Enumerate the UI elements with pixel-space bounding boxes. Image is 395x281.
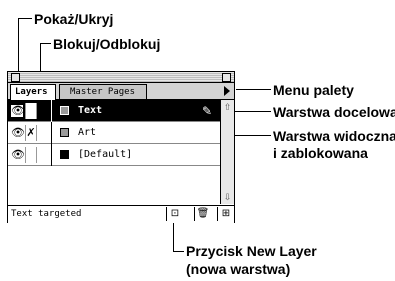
layer-name: Art (78, 127, 97, 138)
leader-palette-menu (236, 89, 271, 90)
layers-palette: Master Pages Layers 👁 Text ✎ 👁 ✗ Art 👁 [… (7, 71, 235, 223)
resize-grip-icon[interactable]: ⊞ (217, 207, 234, 221)
layer-list-scrollbar[interactable]: ⇧ ⇩ (220, 100, 234, 204)
palette-menu-arrow-icon[interactable] (224, 86, 230, 96)
close-box-icon[interactable] (11, 73, 20, 82)
layer-row-text[interactable]: 👁 Text ✎ (8, 100, 220, 122)
palette-titlebar[interactable] (8, 72, 234, 83)
zoom-box-icon[interactable] (222, 73, 231, 82)
delete-layer-button[interactable]: 🗑 (194, 207, 211, 221)
layer-color-swatch (60, 150, 69, 159)
callout-target-layer: Warstwa docelowa; (273, 104, 395, 120)
row-divider (51, 122, 52, 144)
tab-layers[interactable]: Layers (10, 84, 56, 100)
leader-lock-h (40, 43, 51, 44)
leader-new-layer-h (173, 251, 184, 252)
tab-master-pages[interactable]: Master Pages (59, 84, 147, 99)
status-text: Text targeted (11, 209, 82, 219)
callout-show-hide: Pokaż/Ukryj (34, 11, 114, 27)
lock-toggle[interactable] (25, 103, 37, 119)
layer-list: 👁 Text ✎ 👁 ✗ Art 👁 [Default] (8, 100, 220, 204)
palette-tab-row: Master Pages Layers (8, 83, 234, 100)
leader-visible-locked (230, 135, 271, 136)
scroll-down-icon[interactable]: ⇩ (222, 191, 233, 203)
layer-color-swatch (60, 106, 69, 115)
row-divider (51, 100, 52, 122)
layer-name: [Default] (78, 149, 133, 160)
callout-new-layer-line2: (nowa warstwa) (186, 261, 291, 277)
palette-status-bar: Text targeted ⊡ 🗑 ⊞ (8, 205, 234, 223)
callout-visible-locked-line2: i zablokowana (273, 145, 368, 161)
row-divider (51, 144, 52, 166)
leader-show-hide-h (18, 18, 32, 19)
new-layer-button[interactable]: ⊡ (166, 207, 183, 221)
leader-target-layer (230, 111, 271, 112)
layer-name: Text (78, 105, 103, 116)
lock-toggle[interactable] (25, 147, 37, 163)
layer-row-default[interactable]: 👁 [Default] (8, 144, 220, 166)
scroll-up-icon[interactable]: ⇧ (222, 101, 233, 113)
callout-visible-locked-line1: Warstwa widoczna (273, 128, 395, 144)
callout-new-layer-line1: Przycisk New Layer (186, 243, 317, 259)
eye-icon[interactable]: 👁 (11, 149, 25, 161)
callout-lock-unlock: Blokuj/Odblokuj (53, 36, 161, 52)
lock-icon[interactable]: ✗ (25, 125, 37, 141)
eye-icon[interactable]: 👁 (11, 127, 25, 139)
layer-row-art[interactable]: 👁 ✗ Art (8, 122, 220, 144)
layer-color-swatch (60, 128, 69, 137)
eye-icon[interactable]: 👁 (11, 105, 25, 117)
pen-icon: ✎ (201, 104, 212, 118)
callout-palette-menu: Menu palety (273, 82, 354, 98)
